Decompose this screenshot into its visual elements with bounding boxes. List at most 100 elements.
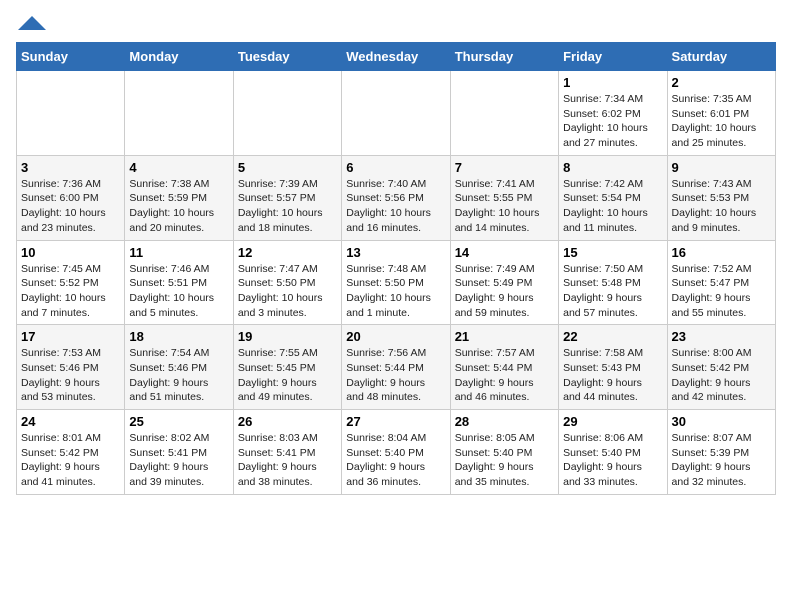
calendar-cell: 13Sunrise: 7:48 AM Sunset: 5:50 PM Dayli… [342, 240, 450, 325]
day-number: 25 [129, 414, 228, 429]
calendar-cell: 14Sunrise: 7:49 AM Sunset: 5:49 PM Dayli… [450, 240, 558, 325]
calendar-cell: 9 Sunrise: 7:43 AM Sunset: 5:53 PM Daylig… [667, 155, 775, 240]
calendar-cell [450, 71, 558, 156]
calendar-cell: 10 Sunrise: 7:45 AM Sunset: 5:52 PM Dayli… [17, 240, 125, 325]
calendar-cell: 30 Sunrise: 8:07 AM Sunset: 5:39 PM Dayli… [667, 410, 775, 495]
calendar-cell: 7 Sunrise: 7:41 AM Sunset: 5:55 PM Daylig… [450, 155, 558, 240]
calendar-cell: 26Sunrise: 8:03 AM Sunset: 5:41 PM Dayli… [233, 410, 341, 495]
calendar-cell: 1 Sunrise: 7:34 AM Sunset: 6:02 PM Daylig… [559, 71, 667, 156]
weekday-header: Monday [125, 43, 233, 71]
calendar-cell: 11 Sunrise: 7:46 AM Sunset: 5:51 PM Dayli… [125, 240, 233, 325]
day-info: Sunrise: 7:39 AM Sunset: 5:57 PM Dayligh… [238, 177, 337, 236]
logo-icon [18, 16, 46, 30]
weekday-header: Friday [559, 43, 667, 71]
day-info: Sunrise: 7:52 AM Sunset: 5:47 PM Dayligh… [672, 262, 771, 321]
day-info: Sunrise: 8:07 AM Sunset: 5:39 PM Dayligh… [672, 431, 771, 490]
calendar-cell: 21 Sunrise: 7:57 AM Sunset: 5:44 PM Dayli… [450, 325, 558, 410]
day-info: Sunrise: 7:35 AM Sunset: 6:01 PM Dayligh… [672, 92, 771, 151]
day-info: Sunrise: 7:56 AM Sunset: 5:44 PM Dayligh… [346, 346, 445, 405]
day-number: 4 [129, 160, 228, 175]
day-number: 17 [21, 329, 120, 344]
day-number: 28 [455, 414, 554, 429]
day-number: 6 [346, 160, 445, 175]
day-number: 3 [21, 160, 120, 175]
day-info: Sunrise: 7:34 AM Sunset: 6:02 PM Dayligh… [563, 92, 662, 151]
day-number: 24 [21, 414, 120, 429]
page-header [16, 16, 776, 30]
calendar-week-row: 17 Sunrise: 7:53 AM Sunset: 5:46 PM Dayli… [17, 325, 776, 410]
calendar-table: SundayMondayTuesdayWednesdayThursdayFrid… [16, 42, 776, 495]
day-info: Sunrise: 8:06 AM Sunset: 5:40 PM Dayligh… [563, 431, 662, 490]
day-number: 23 [672, 329, 771, 344]
day-number: 18 [129, 329, 228, 344]
day-info: Sunrise: 8:05 AM Sunset: 5:40 PM Dayligh… [455, 431, 554, 490]
day-number: 11 [129, 245, 228, 260]
calendar-cell: 25 Sunrise: 8:02 AM Sunset: 5:41 PM Dayli… [125, 410, 233, 495]
day-info: Sunrise: 8:04 AM Sunset: 5:40 PM Dayligh… [346, 431, 445, 490]
day-number: 7 [455, 160, 554, 175]
calendar-cell: 17 Sunrise: 7:53 AM Sunset: 5:46 PM Dayli… [17, 325, 125, 410]
day-number: 5 [238, 160, 337, 175]
day-info: Sunrise: 7:41 AM Sunset: 5:55 PM Dayligh… [455, 177, 554, 236]
calendar-cell: 6 Sunrise: 7:40 AM Sunset: 5:56 PM Daylig… [342, 155, 450, 240]
calendar-cell: 5 Sunrise: 7:39 AM Sunset: 5:57 PM Daylig… [233, 155, 341, 240]
day-info: Sunrise: 7:40 AM Sunset: 5:56 PM Dayligh… [346, 177, 445, 236]
calendar-cell: 27 Sunrise: 8:04 AM Sunset: 5:40 PM Dayli… [342, 410, 450, 495]
calendar-week-row: 10 Sunrise: 7:45 AM Sunset: 5:52 PM Dayli… [17, 240, 776, 325]
day-info: Sunrise: 7:47 AM Sunset: 5:50 PM Dayligh… [238, 262, 337, 321]
day-number: 13 [346, 245, 445, 260]
weekday-header: Thursday [450, 43, 558, 71]
day-number: 14 [455, 245, 554, 260]
calendar-week-row: 3 Sunrise: 7:36 AM Sunset: 6:00 PM Daylig… [17, 155, 776, 240]
day-info: Sunrise: 7:55 AM Sunset: 5:45 PM Dayligh… [238, 346, 337, 405]
logo [16, 16, 46, 30]
calendar-cell: 18 Sunrise: 7:54 AM Sunset: 5:46 PM Dayli… [125, 325, 233, 410]
day-info: Sunrise: 7:45 AM Sunset: 5:52 PM Dayligh… [21, 262, 120, 321]
calendar-cell: 12Sunrise: 7:47 AM Sunset: 5:50 PM Dayli… [233, 240, 341, 325]
day-info: Sunrise: 8:01 AM Sunset: 5:42 PM Dayligh… [21, 431, 120, 490]
day-info: Sunrise: 7:50 AM Sunset: 5:48 PM Dayligh… [563, 262, 662, 321]
day-info: Sunrise: 7:57 AM Sunset: 5:44 PM Dayligh… [455, 346, 554, 405]
day-info: Sunrise: 7:53 AM Sunset: 5:46 PM Dayligh… [21, 346, 120, 405]
day-info: Sunrise: 7:36 AM Sunset: 6:00 PM Dayligh… [21, 177, 120, 236]
calendar-cell: 16Sunrise: 7:52 AM Sunset: 5:47 PM Dayli… [667, 240, 775, 325]
weekday-header: Saturday [667, 43, 775, 71]
day-info: Sunrise: 7:58 AM Sunset: 5:43 PM Dayligh… [563, 346, 662, 405]
day-number: 27 [346, 414, 445, 429]
day-number: 10 [21, 245, 120, 260]
calendar-cell: 2Sunrise: 7:35 AM Sunset: 6:01 PM Daylig… [667, 71, 775, 156]
day-info: Sunrise: 7:42 AM Sunset: 5:54 PM Dayligh… [563, 177, 662, 236]
day-info: Sunrise: 7:38 AM Sunset: 5:59 PM Dayligh… [129, 177, 228, 236]
calendar-cell [125, 71, 233, 156]
calendar-header-row: SundayMondayTuesdayWednesdayThursdayFrid… [17, 43, 776, 71]
day-number: 20 [346, 329, 445, 344]
calendar-cell: 29 Sunrise: 8:06 AM Sunset: 5:40 PM Dayli… [559, 410, 667, 495]
day-number: 21 [455, 329, 554, 344]
calendar-cell: 4 Sunrise: 7:38 AM Sunset: 5:59 PM Daylig… [125, 155, 233, 240]
day-number: 29 [563, 414, 662, 429]
calendar-cell: 20 Sunrise: 7:56 AM Sunset: 5:44 PM Dayli… [342, 325, 450, 410]
day-number: 8 [563, 160, 662, 175]
calendar-cell: 3 Sunrise: 7:36 AM Sunset: 6:00 PM Daylig… [17, 155, 125, 240]
day-info: Sunrise: 7:54 AM Sunset: 5:46 PM Dayligh… [129, 346, 228, 405]
weekday-header: Tuesday [233, 43, 341, 71]
day-number: 15 [563, 245, 662, 260]
day-info: Sunrise: 8:00 AM Sunset: 5:42 PM Dayligh… [672, 346, 771, 405]
day-info: Sunrise: 7:46 AM Sunset: 5:51 PM Dayligh… [129, 262, 228, 321]
calendar-cell [233, 71, 341, 156]
day-info: Sunrise: 7:43 AM Sunset: 5:53 PM Dayligh… [672, 177, 771, 236]
day-number: 1 [563, 75, 662, 90]
calendar-cell: 28 Sunrise: 8:05 AM Sunset: 5:40 PM Dayli… [450, 410, 558, 495]
day-number: 22 [563, 329, 662, 344]
calendar-week-row: 1 Sunrise: 7:34 AM Sunset: 6:02 PM Daylig… [17, 71, 776, 156]
calendar-cell [17, 71, 125, 156]
day-info: Sunrise: 8:03 AM Sunset: 5:41 PM Dayligh… [238, 431, 337, 490]
day-number: 9 [672, 160, 771, 175]
calendar-week-row: 24 Sunrise: 8:01 AM Sunset: 5:42 PM Dayli… [17, 410, 776, 495]
calendar-body: 1 Sunrise: 7:34 AM Sunset: 6:02 PM Daylig… [17, 71, 776, 495]
day-number: 30 [672, 414, 771, 429]
weekday-header: Sunday [17, 43, 125, 71]
day-info: Sunrise: 8:02 AM Sunset: 5:41 PM Dayligh… [129, 431, 228, 490]
weekday-header: Wednesday [342, 43, 450, 71]
calendar-cell: 23 Sunrise: 8:00 AM Sunset: 5:42 PM Dayli… [667, 325, 775, 410]
